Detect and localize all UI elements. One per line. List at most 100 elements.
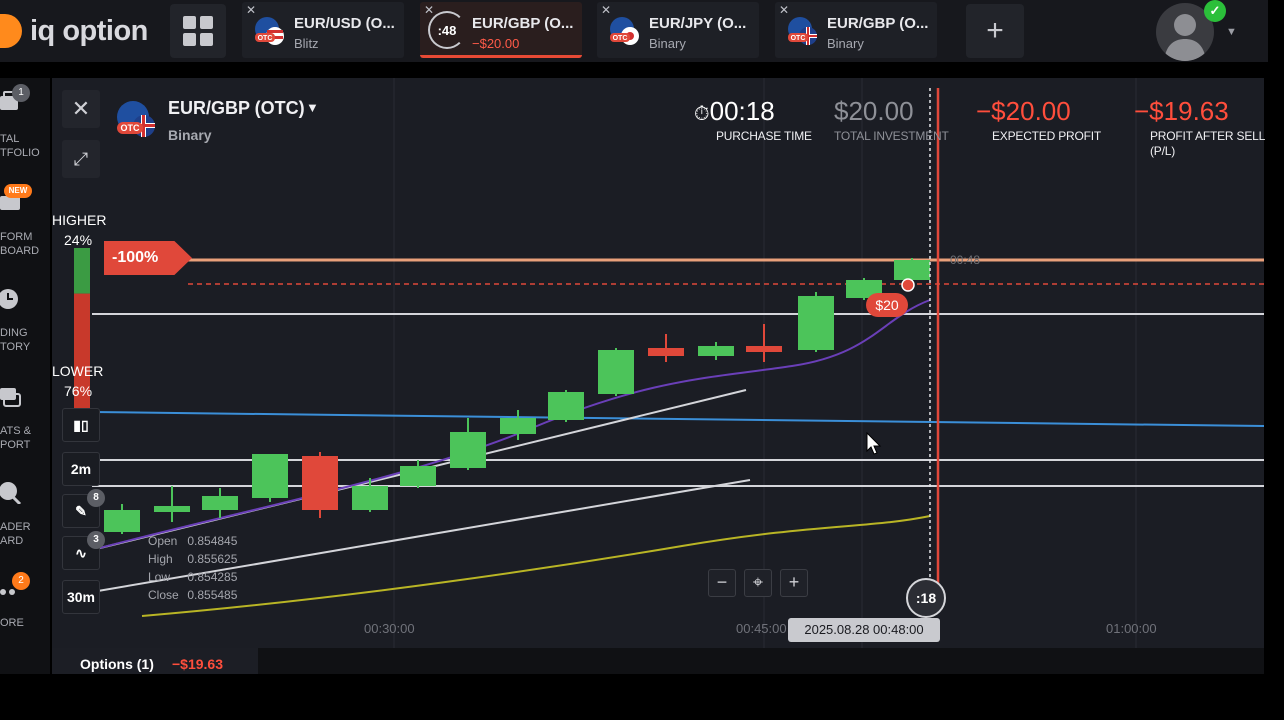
candle-body — [894, 260, 930, 280]
chevron-down-icon[interactable]: ▼ — [306, 100, 319, 115]
higher-label: HIGHER — [52, 212, 107, 228]
sidebar-item-label: ORE — [0, 617, 24, 629]
sidebar-badge: 1 — [12, 84, 30, 102]
history-icon — [0, 289, 18, 309]
time-axis-tick: 01:00:00 — [1106, 621, 1157, 636]
expand-icon: ⤢ — [73, 149, 89, 169]
verified-check-icon: ✓ — [1204, 0, 1226, 22]
close-tab-icon[interactable]: ✕ — [779, 3, 789, 17]
candle-body — [400, 466, 436, 486]
lower-percent: 76% — [64, 383, 93, 399]
drawing-count-badge: 8 — [87, 489, 105, 507]
chevron-down-icon[interactable]: ▼ — [1226, 26, 1237, 38]
position-amount-marker[interactable]: $20 — [866, 293, 908, 317]
logo-text: iq option — [30, 14, 148, 47]
eur-usd-flag-icon: OTC — [255, 17, 284, 45]
asset-tab-active[interactable]: ✕ :48 EUR/GBP (O... −$20.00 — [420, 2, 582, 58]
tab-subtitle: Binary — [827, 36, 864, 51]
expiry-timer: :48 — [428, 11, 466, 49]
sidebar-item-label: TAL TFOLIO — [0, 133, 40, 159]
options-tab[interactable]: Options (1) −$19.63 — [52, 648, 258, 674]
add-tab-button[interactable]: + — [966, 4, 1024, 58]
close-chart-button[interactable]: ✕ — [62, 90, 100, 128]
asset-tab[interactable]: ✕ OTC EUR/USD (O... Blitz — [242, 2, 404, 58]
tab-title: EUR/GBP (O... — [472, 15, 574, 32]
candlestick-series — [104, 258, 930, 534]
eur-jpy-flag-icon: OTC — [610, 17, 639, 45]
logo[interactable]: iq option — [0, 12, 148, 50]
chart-type-button[interactable]: ▮▯ — [62, 408, 100, 442]
svg-text:OTC: OTC — [791, 35, 806, 42]
profit-after-sell-stat: −$19.63 PROFIT AFTER SELL (P/L) — [1134, 96, 1265, 159]
candle-body — [746, 346, 782, 352]
grid-icon — [183, 16, 213, 46]
options-label: Options (1) — [80, 656, 154, 672]
stopwatch-icon: ⏱ — [694, 103, 710, 125]
entry-point-marker — [901, 278, 915, 292]
purchase-time-value: 00:18 — [709, 96, 775, 126]
plus-icon: + — [986, 14, 1004, 47]
left-sidebar: 1 TAL TFOLIO NEW FORM BOARD DING TORY AT… — [0, 78, 50, 674]
position-percent-tag: -100% — [104, 241, 192, 275]
tab-title: EUR/USD (O... — [294, 15, 395, 32]
ohlc-close-label: Close — [148, 588, 179, 602]
zoom-in-button[interactable]: + — [780, 569, 808, 597]
candle-body — [798, 296, 834, 350]
lower-label: LOWER — [52, 363, 104, 379]
fullscreen-button[interactable]: ⤢ — [62, 140, 100, 178]
candle-body — [500, 418, 536, 434]
blue-trend-line — [91, 411, 1264, 427]
close-icon: ✕ — [71, 96, 91, 121]
tab-subtitle: Binary — [649, 36, 686, 51]
top-bar: iq option ✕ OTC EUR/USD (O... Blitz ✕:4… — [0, 0, 1268, 62]
asset-name[interactable]: EUR/GBP (OTC) — [168, 98, 305, 119]
close-tab-icon[interactable]: ✕ — [601, 3, 611, 17]
candle-body — [252, 454, 288, 498]
zoom-out-button[interactable]: − — [708, 569, 736, 597]
expected-profit-label: EXPECTED PROFIT — [992, 129, 1102, 143]
tab-title: EUR/GBP (O... — [827, 15, 929, 32]
candle-body — [450, 432, 486, 468]
total-investment-label: TOTAL INVESTMENT — [834, 129, 949, 143]
candle-body — [104, 510, 140, 532]
timeframe-button[interactable]: 2m — [62, 452, 100, 486]
asset-grid-button[interactable] — [170, 4, 226, 58]
higher-sentiment: HIGHER 24% — [52, 210, 106, 250]
bottom-bar: Options (1) −$19.63 — [52, 648, 1264, 674]
price-level-label: 00:48 — [950, 253, 981, 267]
yellow-moving-average — [141, 515, 931, 617]
asset-tab[interactable]: ✕ OTC EUR/GBP (O... Binary — [775, 2, 937, 58]
center-chart-button[interactable]: ⌖ — [744, 569, 772, 597]
ohlc-low-label: Low — [148, 570, 171, 584]
svg-text:OTC: OTC — [613, 35, 628, 42]
ohlc-high-label: High — [148, 552, 173, 566]
sidebar-badge: 2 — [12, 572, 30, 590]
candle-body — [598, 350, 634, 394]
drawing-tools-button[interactable]: ✎ 8 — [62, 489, 105, 528]
close-tab-icon[interactable]: ✕ — [424, 3, 434, 17]
sidebar-item-label: FORM BOARD — [0, 231, 40, 257]
indicators-button[interactable]: ∿ 3 — [62, 531, 105, 570]
time-axis-tick: 00:45:00 — [736, 621, 787, 636]
chat-icon — [0, 388, 21, 407]
candle-body — [548, 392, 584, 420]
asset-type: Binary — [168, 127, 212, 143]
svg-text:OTC: OTC — [121, 123, 140, 133]
ohlc-close-value: 0.855485 — [187, 588, 238, 602]
total-investment-value: $20.00 — [834, 96, 914, 126]
profit-after-sell-value: −$19.63 — [1134, 96, 1229, 126]
trading-app: iq option ✕ OTC EUR/USD (O... Blitz ✕:4… — [0, 0, 1284, 720]
asset-tab[interactable]: ✕ OTC EUR/JPY (O... Binary — [597, 2, 759, 58]
ohlc-open-value: 0.854845 — [187, 534, 238, 548]
lower-sentiment: LOWER 76% — [52, 361, 103, 401]
time-axis-tick: 00:30:00 — [364, 621, 415, 636]
close-tab-icon[interactable]: ✕ — [246, 3, 256, 17]
candle-body — [302, 456, 338, 510]
candle-body — [154, 506, 190, 512]
candle-body — [352, 486, 388, 510]
sentiment-higher-fill — [74, 248, 90, 294]
expiry-time-button[interactable]: 30m — [62, 580, 100, 614]
expiry-countdown: :18 — [906, 578, 946, 618]
sidebar-item-label: ATS & PORT — [0, 425, 31, 451]
logo-mark-icon — [0, 14, 22, 48]
